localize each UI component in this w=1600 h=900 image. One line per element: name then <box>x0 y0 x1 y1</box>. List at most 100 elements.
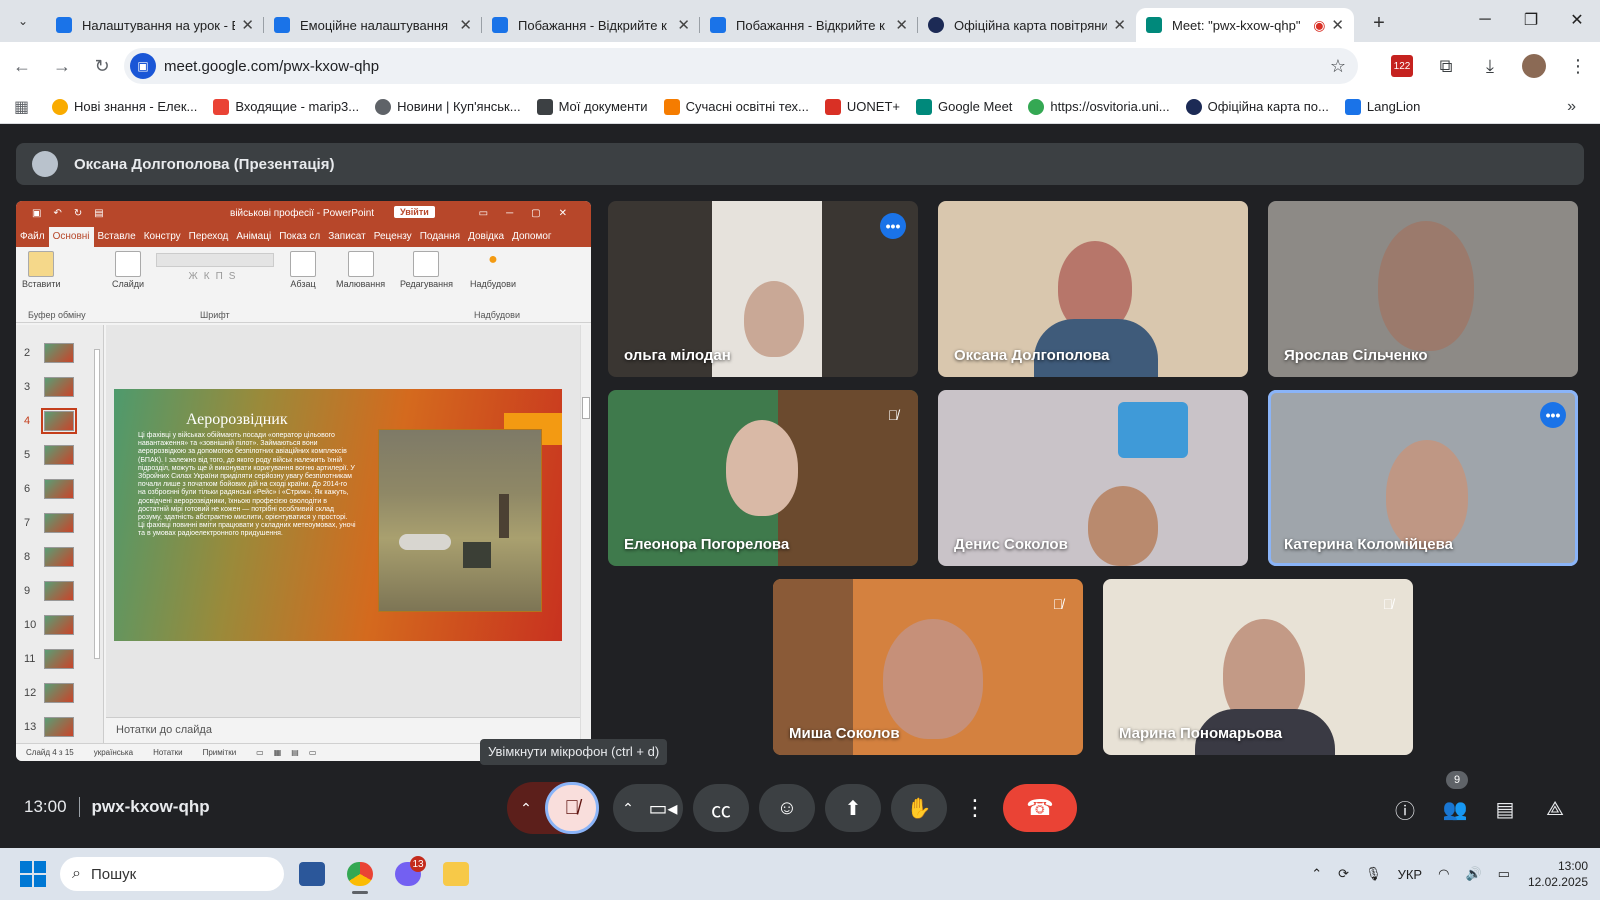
sync-icon[interactable]: ⟳ <box>1338 866 1349 882</box>
tray-chevron-icon[interactable]: ⌃ <box>1311 866 1322 882</box>
slide-thumbnail[interactable]: 3 <box>16 371 104 405</box>
ribbon-tab[interactable]: Анімаці <box>232 231 275 247</box>
more-bookmarks-icon[interactable]: » <box>1567 98 1576 116</box>
battery-icon[interactable]: ▭ <box>1498 866 1510 882</box>
slide-editor[interactable]: Аеророзвідник Ці фахівці у військах обій… <box>106 325 580 717</box>
participant-tile[interactable]: Ярослав Сільченко <box>1268 201 1578 377</box>
slide-scrollbar[interactable] <box>580 325 591 743</box>
language-indicator[interactable]: українська <box>94 748 133 757</box>
bookmark-item[interactable]: Google Meet <box>915 98 1012 115</box>
taskbar-search[interactable]: ⌕ Пошук <box>60 857 284 891</box>
slides-button[interactable]: Слайди <box>112 251 144 289</box>
address-bar[interactable]: ▣ meet.google.com/pwx-kxow-qhp ☆ <box>124 48 1358 84</box>
addins-button[interactable]: ● Надбудови <box>470 251 516 289</box>
bookmark-item[interactable]: LangLion <box>1344 98 1420 115</box>
slide-thumbnail[interactable]: 13 <box>16 711 104 745</box>
slide-thumbnail[interactable]: 12 <box>16 677 104 711</box>
restore-icon[interactable]: ❐ <box>1508 0 1554 40</box>
ribbon-tab[interactable]: Подання <box>416 231 464 247</box>
ribbon-tab[interactable]: Показ сл <box>275 231 324 247</box>
video-settings-chevron-icon[interactable]: ⌃ <box>613 800 643 817</box>
bookmark-item[interactable]: https://osvitoria.uni... <box>1028 98 1170 115</box>
paragraph-button[interactable]: Абзац <box>290 251 316 289</box>
signin-button[interactable]: Увійти <box>394 206 435 218</box>
participant-tile[interactable]: 🎙̸ Миша Соколов <box>773 579 1083 755</box>
reload-icon[interactable]: ↻ <box>84 48 120 84</box>
participant-tile[interactable]: 🎙̸ Марина Пономарьова <box>1103 579 1413 755</box>
bookmark-item[interactable]: Мої документи <box>536 98 648 115</box>
captions-button[interactable]: ㏄ <box>693 784 749 832</box>
windows-start-icon[interactable] <box>20 861 46 887</box>
bookmark-star-icon[interactable]: ☆ <box>1330 56 1346 77</box>
browser-tab[interactable]: Емоційне налаштування ✕ <box>264 8 482 42</box>
browser-tab-active[interactable]: Meet: "pwx-kxow-qhp" ◉ ✕ <box>1136 8 1354 42</box>
scrollbar-thumb[interactable] <box>582 397 590 419</box>
paste-button[interactable]: Вставити <box>22 251 61 289</box>
audio-settings-chevron-icon[interactable]: ⌃ <box>507 782 545 834</box>
ribbon-tab-active[interactable]: Основні <box>48 227 94 247</box>
ribbon-tab[interactable]: Допомог <box>508 231 556 247</box>
bookmark-item[interactable]: Офіційна карта по... <box>1185 98 1329 115</box>
calendar-extension-icon[interactable]: 122 <box>1391 55 1413 77</box>
file-explorer-icon[interactable] <box>436 854 476 894</box>
slide-thumbnail[interactable]: 2 <box>16 337 104 371</box>
chrome-app-icon[interactable] <box>340 854 380 894</box>
slide-thumbnail[interactable]: 8 <box>16 541 104 575</box>
extensions-icon[interactable]: ⧉ <box>1424 56 1468 77</box>
browser-tab[interactable]: Побажання - Відкрийте к ✕ <box>700 8 918 42</box>
browser-tab[interactable]: Офіційна карта повітряни ✕ <box>918 8 1136 42</box>
view-buttons-icon[interactable]: ▭▦▤▭ <box>256 748 326 757</box>
emoji-reaction-button[interactable]: ☺ <box>759 784 815 832</box>
ribbon-tab[interactable]: Констру <box>140 231 185 247</box>
font-controls[interactable]: ЖКПЅ <box>156 253 274 282</box>
bookmark-item[interactable]: Новини | Куп'янськ... <box>375 98 521 115</box>
participant-tile[interactable]: Оксана Долгополова <box>938 201 1248 377</box>
meeting-details-icon[interactable]: ⓘ <box>1380 787 1430 831</box>
ribbon-tab[interactable]: Рецензу <box>370 231 416 247</box>
activities-icon[interactable]: ⟁ <box>1530 787 1580 831</box>
apps-grid-icon[interactable]: ▦ <box>14 97 38 117</box>
present-screen-button[interactable]: ⬆ <box>825 784 881 832</box>
participant-tile[interactable]: 🎙̸ Елеонора Погорелова <box>608 390 918 566</box>
more-options-icon[interactable]: ••• <box>1540 402 1566 428</box>
thumbnail-scrollbar[interactable] <box>94 349 100 659</box>
ribbon-tab[interactable]: Файл <box>16 231 49 247</box>
back-icon[interactable]: ← <box>4 48 40 84</box>
forward-icon[interactable]: → <box>44 48 80 84</box>
download-icon[interactable]: ⤓ <box>1468 56 1512 77</box>
slide-thumbnail-selected[interactable]: 4 <box>16 405 104 439</box>
new-tab-icon[interactable]: + <box>1364 8 1394 38</box>
bookmark-item[interactable]: Входящие - marip3... <box>213 98 359 115</box>
slide-thumbnail[interactable]: 7 <box>16 507 104 541</box>
profile-avatar[interactable] <box>1522 54 1546 78</box>
site-info-icon[interactable]: ▣ <box>130 53 156 79</box>
slide-thumbnail[interactable]: 11 <box>16 643 104 677</box>
microphone-icon[interactable]: 🎙 <box>1365 866 1382 882</box>
tab-search-icon[interactable]: ⌄ <box>8 6 38 36</box>
input-language[interactable]: УКР <box>1398 867 1423 882</box>
drawing-button[interactable]: Малювання <box>336 251 385 289</box>
leave-call-button[interactable]: ☎ <box>1003 784 1077 832</box>
participant-tile[interactable]: ••• ольга мілодан <box>608 201 918 377</box>
viber-app-icon[interactable]: 13 <box>388 854 428 894</box>
camera-icon[interactable]: ▭◂ <box>643 796 683 821</box>
raise-hand-button[interactable]: ✋ <box>891 784 947 832</box>
chat-icon[interactable]: ▤ <box>1480 787 1530 831</box>
close-tab-icon[interactable]: ✕ <box>459 16 472 34</box>
slide-thumbnail[interactable]: 6 <box>16 473 104 507</box>
editing-button[interactable]: Редагування <box>400 251 453 289</box>
bookmark-item[interactable]: Сучасні освітні тех... <box>663 98 809 115</box>
close-window-icon[interactable]: ✕ <box>1554 0 1600 40</box>
close-tab-icon[interactable]: ✕ <box>677 16 690 34</box>
slide-thumbnail[interactable]: 10 <box>16 609 104 643</box>
ribbon-tab[interactable]: Вставле <box>94 231 140 247</box>
slide-thumbnail[interactable]: 5 <box>16 439 104 473</box>
participant-tile[interactable]: Денис Соколов <box>938 390 1248 566</box>
browser-menu-icon[interactable]: ⋮ <box>1556 56 1600 77</box>
ribbon-tab[interactable]: Записат <box>324 231 370 247</box>
slide-thumbnail[interactable]: 9 <box>16 575 104 609</box>
ribbon-tab[interactable]: Довідка <box>464 231 508 247</box>
participant-tile-active[interactable]: ••• Катерина Коломійцева <box>1268 390 1578 566</box>
minimize-icon[interactable]: ─ <box>1462 0 1508 40</box>
word-app-icon[interactable] <box>292 854 332 894</box>
